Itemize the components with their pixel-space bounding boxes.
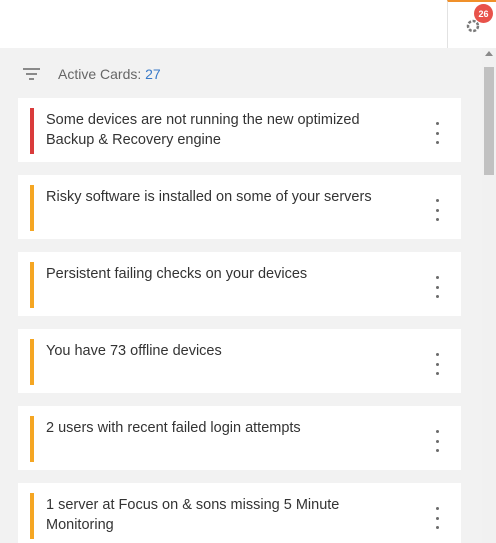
notification-count-badge: 26 [474, 4, 493, 23]
alert-card[interactable]: You have 73 offline devices [18, 329, 461, 393]
top-bar: 26 [0, 0, 496, 48]
card-title: Persistent failing checks on your device… [46, 266, 308, 282]
notifications-button[interactable]: 26 [447, 0, 496, 48]
vertical-scrollbar[interactable] [482, 48, 496, 543]
alert-card[interactable]: Some devices are not running the new opt… [18, 98, 461, 162]
alert-card[interactable]: Persistent failing checks on your device… [18, 252, 461, 316]
card-title: You have 73 offline devices [46, 343, 222, 359]
card-title: 1 server at Focus on & sons missing 5 Mi… [46, 497, 340, 533]
more-options-icon[interactable] [428, 276, 446, 298]
more-options-icon[interactable] [428, 430, 446, 452]
scrollbar-thumb[interactable] [484, 67, 494, 175]
active-cards-count[interactable]: 27 [145, 66, 161, 82]
active-cards-text: Active Cards: [58, 66, 142, 82]
alert-card[interactable]: 2 users with recent failed login attempt… [18, 406, 461, 470]
severity-bar [30, 185, 34, 231]
severity-bar [30, 262, 34, 308]
severity-bar [30, 108, 34, 154]
filter-row: Active Cards: 27 [0, 48, 482, 98]
alert-card[interactable]: 1 server at Focus on & sons missing 5 Mi… [18, 483, 461, 543]
scroll-up-arrow-icon[interactable] [485, 51, 493, 56]
card-title: Some devices are not running the new opt… [46, 112, 360, 148]
alert-card[interactable]: Risky software is installed on some of y… [18, 175, 461, 239]
more-options-icon[interactable] [428, 507, 446, 529]
more-options-icon[interactable] [428, 353, 446, 375]
filter-icon[interactable] [23, 67, 40, 81]
severity-bar [30, 493, 34, 539]
card-title: 2 users with recent failed login attempt… [46, 420, 301, 436]
severity-bar [30, 416, 34, 462]
card-title: Risky software is installed on some of y… [46, 189, 372, 205]
severity-bar [30, 339, 34, 385]
active-cards-label: Active Cards: 27 [58, 66, 161, 82]
more-options-icon[interactable] [428, 199, 446, 221]
more-options-icon[interactable] [428, 122, 446, 144]
